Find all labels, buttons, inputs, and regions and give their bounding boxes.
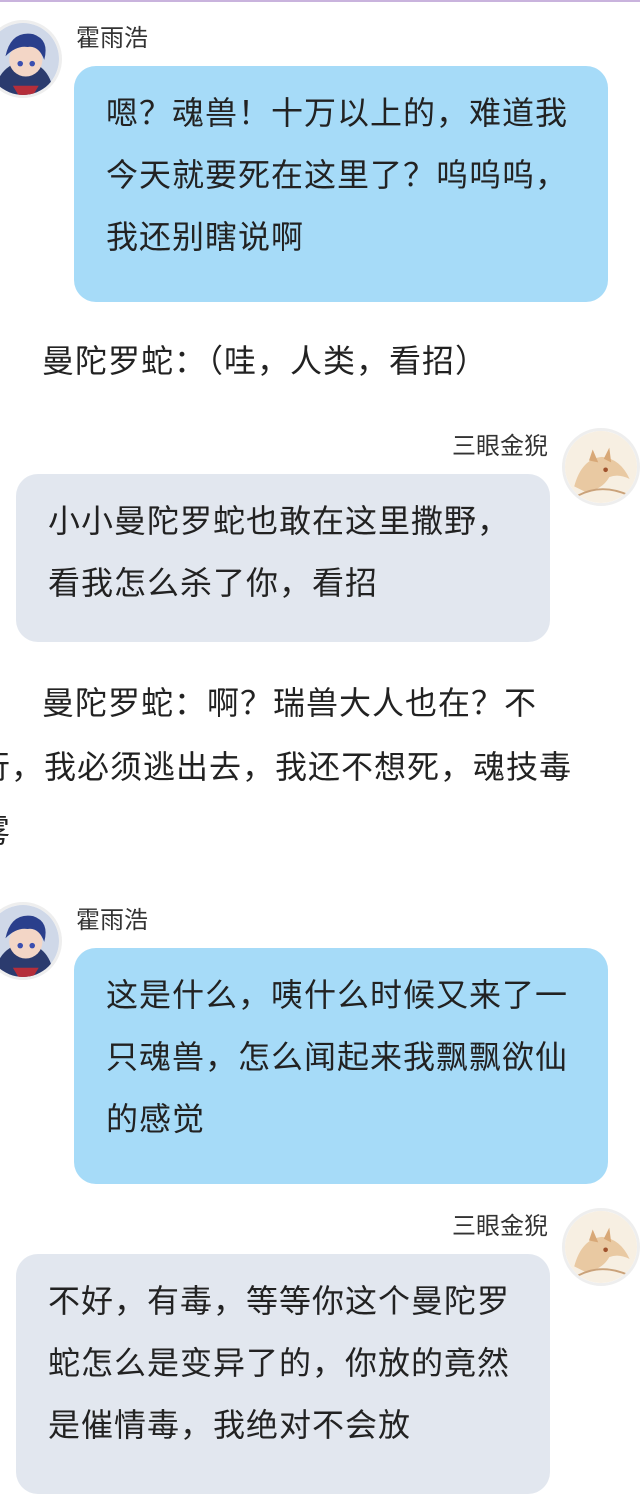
- top-divider: [0, 0, 640, 2]
- speaker-name: 霍雨浩: [76, 906, 148, 934]
- message-bubble[interactable]: 小小曼陀罗蛇也敢在这里撒野，看我怎么杀了你，看招: [16, 474, 550, 642]
- narration-text: 曼陀罗蛇：（哇，人类，看招）: [42, 342, 489, 380]
- speaker-name: 霍雨浩: [76, 24, 148, 52]
- golden-beast-avatar-icon: [565, 431, 637, 503]
- anime-boy-avatar-icon: [0, 23, 59, 95]
- narration-line: 曼陀罗蛇：啊？瑞兽大人也在？不: [42, 684, 538, 722]
- huo-yuhao-avatar[interactable]: [0, 902, 62, 980]
- message-bubble[interactable]: 嗯？魂兽！十万以上的，难道我今天就要死在这里了？呜呜呜，我还别瞎说啊: [74, 66, 608, 302]
- speaker-name: 三眼金猊: [452, 432, 548, 460]
- message-bubble[interactable]: 不好，有毒，等等你这个曼陀罗蛇怎么是变异了的，你放的竟然是催情毒，我绝对不会放: [16, 1254, 550, 1494]
- message-bubble[interactable]: 这是什么，咦什么时候又来了一只魂兽，怎么闻起来我飘飘欲仙的感觉: [74, 948, 608, 1184]
- anime-boy-avatar-icon: [0, 905, 59, 977]
- san-yan-jin-ni-avatar[interactable]: [562, 428, 640, 506]
- speaker-name: 三眼金猊: [452, 1212, 548, 1240]
- huo-yuhao-avatar[interactable]: [0, 20, 62, 98]
- narration-line: 雾: [0, 800, 11, 862]
- narration-line: 行，我必须逃出去，我还不想死，魂技毒: [0, 748, 573, 786]
- san-yan-jin-ni-avatar[interactable]: [562, 1208, 640, 1286]
- golden-beast-avatar-icon: [565, 1211, 637, 1283]
